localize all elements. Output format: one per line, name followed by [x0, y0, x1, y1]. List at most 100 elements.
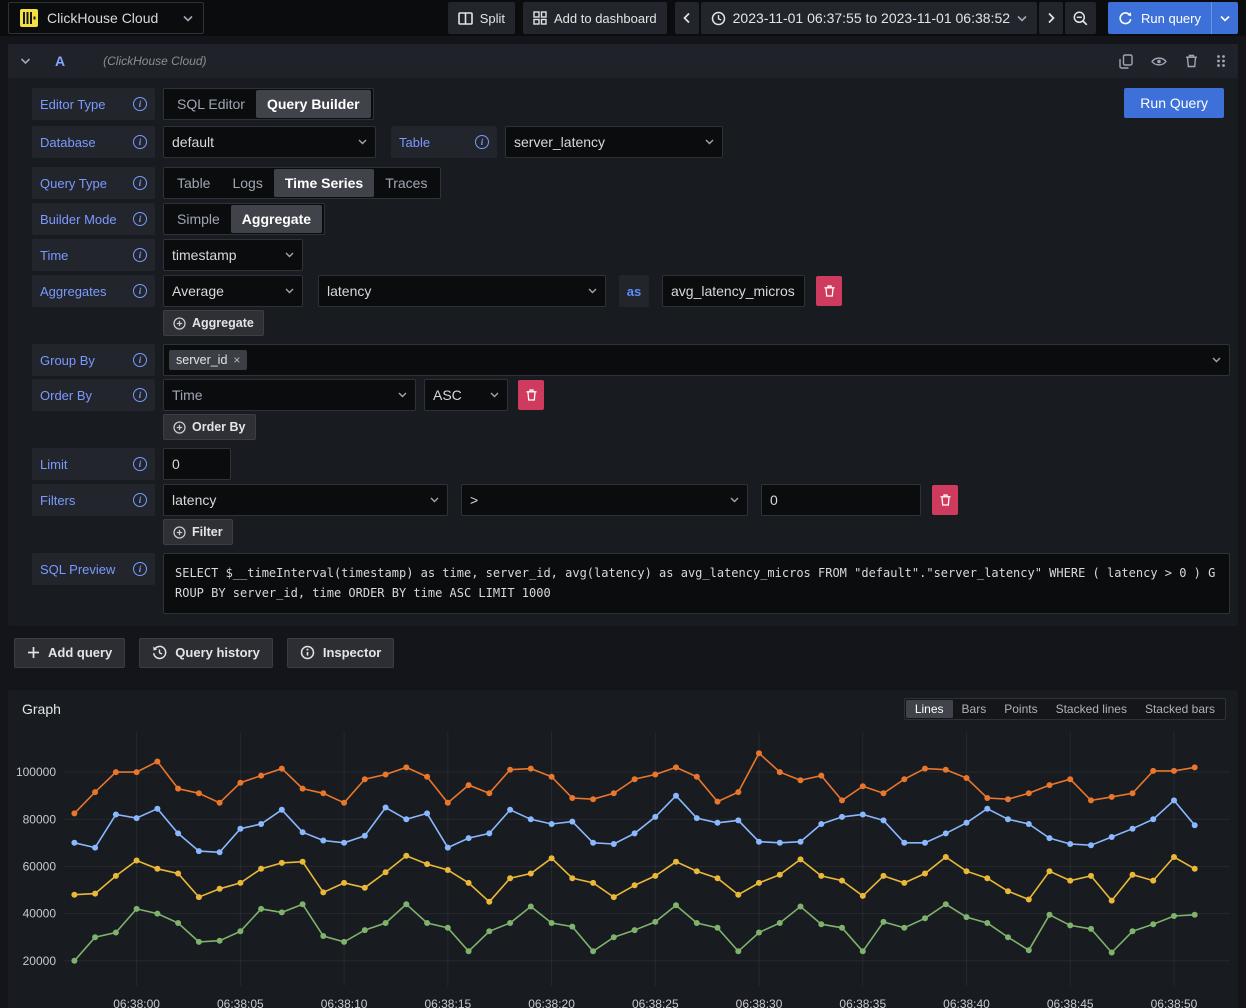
datasource-picker[interactable]: ClickHouse Cloud — [8, 2, 204, 34]
data-point[interactable] — [590, 880, 596, 886]
data-point[interactable] — [279, 860, 285, 866]
data-point[interactable] — [445, 867, 451, 873]
run-query-dropdown-caret[interactable] — [1211, 2, 1238, 34]
aggregate-function-select[interactable]: Average — [163, 275, 303, 307]
data-point[interactable] — [92, 934, 98, 940]
data-point[interactable] — [756, 880, 762, 886]
order-by-field-select[interactable]: Time — [163, 379, 416, 411]
info-icon[interactable] — [133, 248, 147, 262]
data-point[interactable] — [818, 921, 824, 927]
data-point[interactable] — [922, 765, 928, 771]
data-point[interactable] — [237, 880, 243, 886]
remove-tag-icon[interactable] — [233, 353, 240, 367]
data-point[interactable] — [71, 891, 77, 897]
data-point[interactable] — [1047, 912, 1053, 918]
data-point[interactable] — [964, 914, 970, 920]
data-point[interactable] — [1005, 796, 1011, 802]
editor-type-sql-editor[interactable]: SQL Editor — [166, 90, 256, 118]
data-point[interactable] — [694, 774, 700, 780]
data-point[interactable] — [528, 765, 534, 771]
data-point[interactable] — [798, 903, 804, 909]
group-by-select[interactable]: server_id — [163, 344, 1230, 376]
add-aggregate-button[interactable]: Aggregate — [163, 310, 264, 336]
data-point[interactable] — [756, 750, 762, 756]
data-point[interactable] — [113, 811, 119, 817]
data-point[interactable] — [217, 800, 223, 806]
data-point[interactable] — [528, 816, 534, 822]
data-point[interactable] — [756, 838, 762, 844]
data-point[interactable] — [300, 829, 306, 835]
database-select[interactable]: default — [163, 126, 376, 158]
data-point[interactable] — [113, 769, 119, 775]
data-point[interactable] — [445, 925, 451, 931]
data-point[interactable] — [320, 790, 326, 796]
data-point[interactable] — [217, 937, 223, 943]
data-point[interactable] — [154, 910, 160, 916]
data-point[interactable] — [839, 877, 845, 883]
data-point[interactable] — [113, 873, 119, 879]
data-point[interactable] — [943, 766, 949, 772]
data-point[interactable] — [1109, 834, 1115, 840]
data-point[interactable] — [715, 925, 721, 931]
data-point[interactable] — [486, 899, 492, 905]
data-point[interactable] — [777, 920, 783, 926]
filter-operator-select[interactable]: > — [461, 484, 748, 516]
data-point[interactable] — [901, 925, 907, 931]
data-point[interactable] — [113, 929, 119, 935]
data-point[interactable] — [528, 903, 534, 909]
data-point[interactable] — [466, 880, 472, 886]
data-point[interactable] — [777, 840, 783, 846]
data-point[interactable] — [134, 906, 140, 912]
data-point[interactable] — [466, 835, 472, 841]
data-point[interactable] — [1192, 822, 1198, 828]
data-point[interactable] — [694, 868, 700, 874]
data-point[interactable] — [549, 774, 555, 780]
data-point[interactable] — [964, 775, 970, 781]
add-query-button[interactable]: Add query — [14, 638, 125, 668]
data-point[interactable] — [320, 889, 326, 895]
panel-run-query-button[interactable]: Run Query — [1124, 88, 1224, 118]
data-point[interactable] — [92, 844, 98, 850]
add-filter-button[interactable]: Filter — [163, 519, 233, 545]
data-point[interactable] — [652, 771, 658, 777]
data-point[interactable] — [1067, 877, 1073, 883]
data-point[interactable] — [403, 816, 409, 822]
data-point[interactable] — [673, 792, 679, 798]
data-point[interactable] — [279, 909, 285, 915]
data-point[interactable] — [507, 766, 513, 772]
data-point[interactable] — [549, 821, 555, 827]
data-point[interactable] — [175, 870, 181, 876]
data-point[interactable] — [92, 890, 98, 896]
data-point[interactable] — [507, 807, 513, 813]
graph-canvas[interactable]: 2000040000600008000010000006:38:0006:38:… — [8, 724, 1238, 1008]
data-point[interactable] — [445, 800, 451, 806]
filter-field-select[interactable]: latency — [163, 484, 448, 516]
data-point[interactable] — [341, 939, 347, 945]
data-point[interactable] — [818, 772, 824, 778]
data-point[interactable] — [715, 820, 721, 826]
data-point[interactable] — [258, 906, 264, 912]
graph-mode-stacked-bars[interactable]: Stacked bars — [1136, 700, 1224, 718]
data-point[interactable] — [1171, 768, 1177, 774]
data-point[interactable] — [217, 849, 223, 855]
data-point[interactable] — [922, 915, 928, 921]
data-point[interactable] — [673, 902, 679, 908]
data-point[interactable] — [673, 858, 679, 864]
data-point[interactable] — [92, 789, 98, 795]
data-point[interactable] — [1192, 764, 1198, 770]
data-point[interactable] — [1026, 896, 1032, 902]
data-point[interactable] — [71, 840, 77, 846]
data-point[interactable] — [154, 758, 160, 764]
data-point[interactable] — [818, 873, 824, 879]
data-point[interactable] — [403, 853, 409, 859]
query-type-table[interactable]: Table — [166, 169, 221, 197]
data-point[interactable] — [984, 805, 990, 811]
data-point[interactable] — [881, 919, 887, 925]
data-point[interactable] — [901, 840, 907, 846]
query-type-time-series[interactable]: Time Series — [274, 169, 374, 197]
data-point[interactable] — [1171, 913, 1177, 919]
data-point[interactable] — [279, 807, 285, 813]
info-icon[interactable] — [133, 562, 147, 576]
drag-handle-icon[interactable] — [1216, 54, 1226, 68]
data-point[interactable] — [715, 875, 721, 881]
